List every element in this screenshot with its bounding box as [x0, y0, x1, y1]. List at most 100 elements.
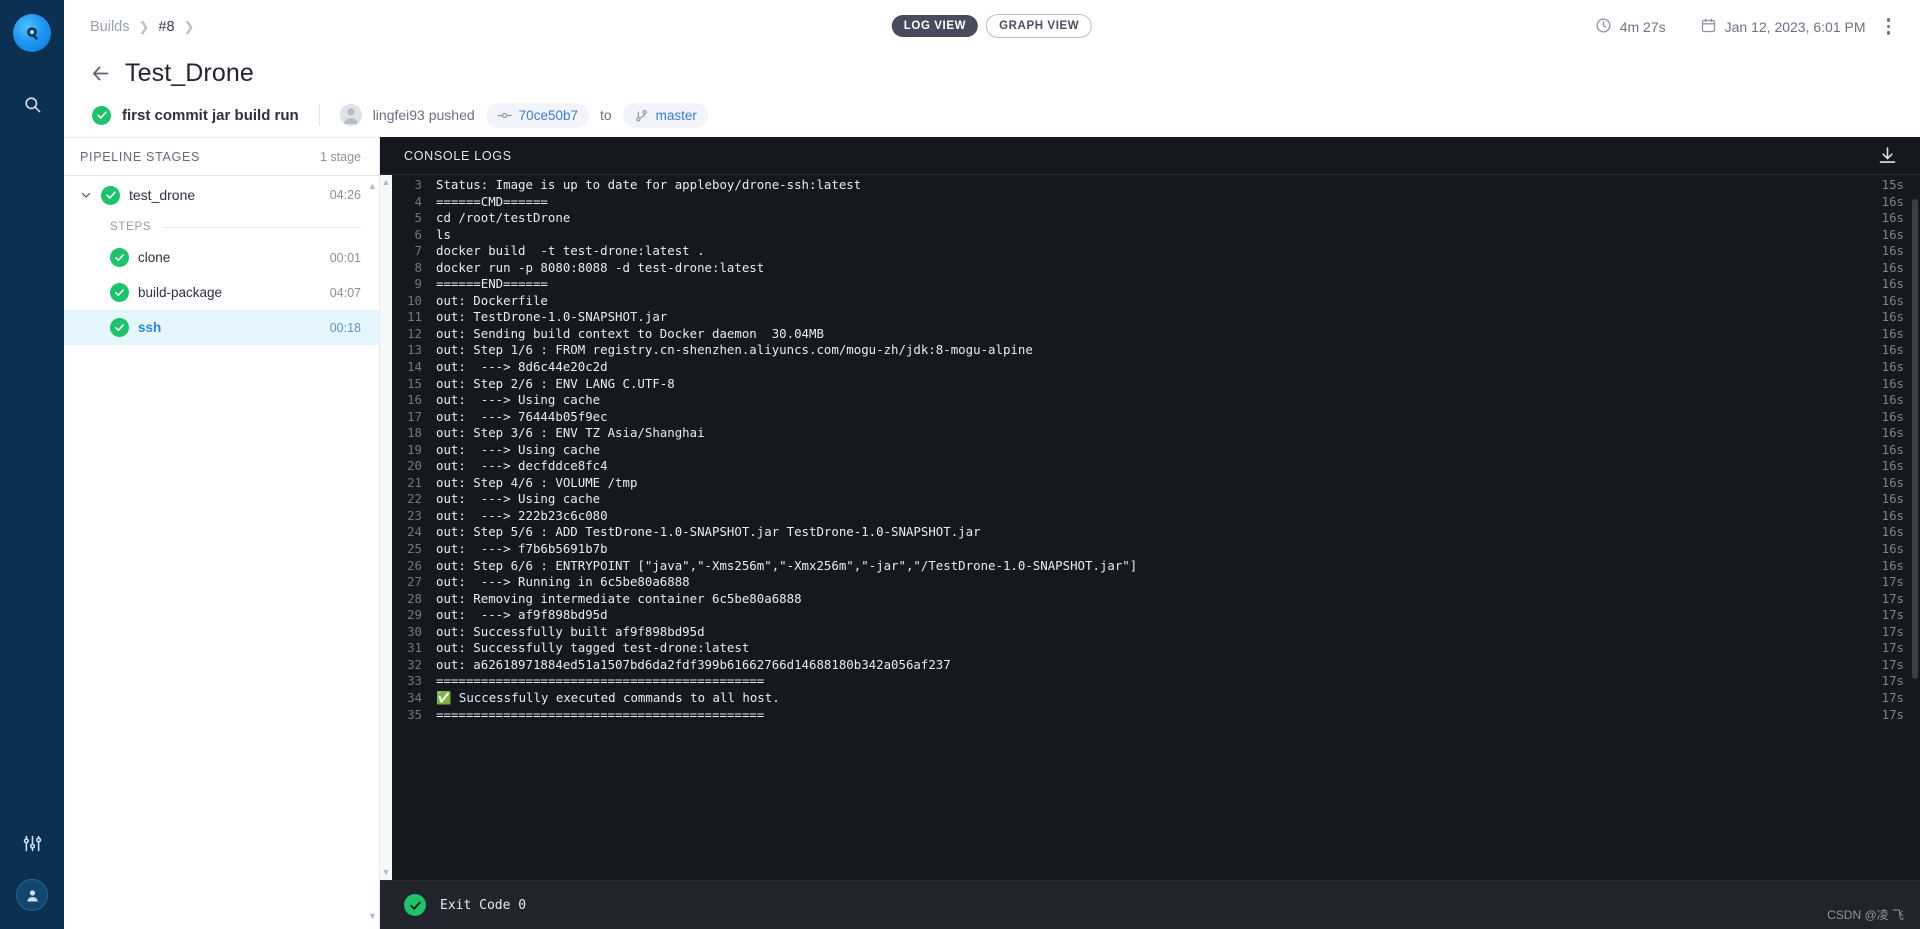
commit-icon	[497, 108, 512, 123]
log-line: 10 out: Dockerfile 16s	[392, 293, 1920, 310]
sidebar-item-build-package[interactable]: build-package 04:07	[64, 275, 379, 310]
breadcrumb-item-builds[interactable]: Builds	[90, 19, 130, 35]
breadcrumb-separator-icon: ❯	[138, 18, 150, 34]
log-line-text: out: Step 5/6 : ADD TestDrone-1.0-SNAPSH…	[436, 524, 981, 540]
scroll-down-icon[interactable]: ▼	[368, 912, 377, 921]
log-line: 30 out: Successfully built af9f898bd95d 17…	[392, 624, 1920, 641]
log-line-text: ========================================…	[436, 673, 765, 689]
commit-sha-label: 70ce50b7	[518, 107, 578, 123]
log-line-number: 24	[407, 524, 422, 540]
log-line: 23 out: ---> 222b23c6c080 16s	[392, 508, 1920, 525]
console-footer: Exit Code 0 CSDN @凌 飞	[380, 880, 1920, 929]
log-line: 8 docker run -p 8080:8088 -d test-drone:l…	[392, 260, 1920, 277]
log-line: 32 out: a62618971884ed51a1507bd6da2fdf399…	[392, 657, 1920, 674]
download-icon[interactable]	[1877, 145, 1898, 166]
log-line-text: out: Successfully built af9f898bd95d	[436, 623, 705, 639]
tab-graph-view[interactable]: GRAPH VIEW	[986, 14, 1093, 38]
log-line-number: 18	[407, 425, 422, 441]
step-duration-label: 00:01	[329, 250, 361, 265]
log-line-number: 31	[407, 640, 422, 656]
log-line-text: out: Sending build context to Docker dae…	[436, 325, 824, 341]
step-name-label: clone	[138, 250, 171, 265]
tab-log-view[interactable]: LOG VIEW	[891, 15, 979, 37]
log-line-text: out: Step 3/6 : ENV TZ Asia/Shanghai	[436, 425, 705, 441]
back-arrow-icon[interactable]	[90, 63, 111, 84]
pipeline-stages-panel: PIPELINE STAGES 1 stage test_drone 04:26	[64, 137, 380, 929]
rail-bottom-group	[0, 821, 64, 911]
pipeline-stages-header: PIPELINE STAGES 1 stage	[64, 138, 379, 176]
branch-label: master	[655, 107, 697, 123]
main-column: Builds ❯ #8 ❯ LOG VIEW GRAPH VIEW 4m 27s	[64, 0, 1920, 929]
view-toggle: LOG VIEW GRAPH VIEW	[891, 14, 1093, 38]
log-line: 27 out: ---> Running in 6c5be80a6888 17s	[392, 574, 1920, 591]
kebab-menu-icon[interactable]	[1877, 12, 1901, 41]
sidebar-item-ssh[interactable]: ssh 00:18	[64, 310, 379, 345]
log-line: 29 out: ---> af9f898bd95d 17s	[392, 607, 1920, 624]
stage-row-test-drone[interactable]: test_drone 04:26	[64, 176, 379, 214]
log-line: 15 out: Step 2/6 : ENV LANG C.UTF-8 16s	[392, 376, 1920, 393]
log-line: 7 docker build -t test-drone:latest . 16s	[392, 243, 1920, 260]
commit-author: lingfei93 pushed	[372, 107, 475, 123]
log-line-number: 6	[414, 226, 422, 242]
log-line-number: 20	[407, 458, 422, 474]
clock-icon	[1595, 17, 1612, 37]
build-duration-label: 4m 27s	[1619, 18, 1666, 35]
log-line: 5 cd /root/testDrone 16s	[392, 210, 1920, 227]
commit-row: first commit jar build run lingfei93 pus…	[90, 93, 1894, 137]
sliders-icon[interactable]	[10, 821, 54, 865]
log-line-text: out: ---> 76444b05f9ec	[436, 408, 608, 424]
scroll-up-icon[interactable]: ▲	[368, 182, 377, 191]
stage-duration-label: 04:26	[329, 188, 361, 202]
step-duration-label: 04:07	[329, 285, 361, 300]
breadcrumb-item-build-number[interactable]: #8	[158, 19, 174, 35]
search-icon[interactable]	[10, 82, 54, 126]
log-line-text: out: ---> f7b6b5691b7b	[436, 541, 608, 557]
log-line-text: out: Step 1/6 : FROM registry.cn-shenzhe…	[436, 342, 1033, 358]
log-line-text: Status: Image is up to date for appleboy…	[436, 177, 862, 192]
page-title: Test_Drone	[125, 58, 254, 87]
chevron-down-icon[interactable]	[80, 189, 92, 201]
log-line: 24 out: Step 5/6 : ADD TestDrone-1.0-SNAP…	[392, 524, 1920, 541]
log-line-number: 16	[407, 392, 422, 408]
scroll-up-icon[interactable]: ▲	[382, 178, 391, 187]
log-line: 13 out: Step 1/6 : FROM registry.cn-shenz…	[392, 342, 1920, 359]
log-line-number: 15	[407, 375, 422, 391]
scrollbar-thumb[interactable]	[1912, 199, 1918, 679]
scroll-down-icon[interactable]: ▼	[382, 868, 391, 877]
log-line-number: 26	[407, 557, 422, 573]
build-date-label: Jan 12, 2023, 6:01 PM	[1724, 18, 1866, 35]
log-line: 34 ✅ Successfully executed commands to al…	[392, 690, 1920, 707]
console-left-scrollbar[interactable]: ▲ ▼	[380, 175, 392, 880]
log-line: 20 out: ---> decfddce8fc4 16s	[392, 458, 1920, 475]
sidebar-item-clone[interactable]: clone 00:01	[64, 240, 379, 275]
breadcrumb-separator-icon: ❯	[183, 18, 195, 34]
log-line: 35 ======================================…	[392, 707, 1920, 724]
log-line: 28 out: Removing intermediate container 6…	[392, 591, 1920, 608]
log-line: 4 ======CMD====== 16s	[392, 194, 1920, 211]
log-line-text: out: ---> decfddce8fc4	[436, 458, 608, 474]
console-panel: CONSOLE LOGS ▲ ▼ 3 Status: Image is up to…	[380, 137, 1920, 929]
branch-icon	[634, 108, 649, 123]
log-line-text: out: Step 6/6 : ENTRYPOINT ["java","-Xms…	[436, 557, 1138, 573]
drone-logo-icon[interactable]	[13, 14, 51, 52]
console-body: ▲ ▼ 3 Status: Image is up to date for app…	[380, 175, 1920, 880]
log-line-list: 3 Status: Image is up to date for applebo…	[392, 175, 1920, 723]
log-line-number: 34	[407, 689, 422, 705]
log-area[interactable]: 3 Status: Image is up to date for applebo…	[392, 175, 1920, 880]
commit-sha-chip[interactable]: 70ce50b7	[485, 102, 589, 128]
branch-chip[interactable]: master	[622, 102, 708, 128]
user-avatar-icon[interactable]	[16, 879, 48, 911]
check-circle-icon	[110, 248, 129, 267]
console-right-scrollbar[interactable]	[1910, 179, 1918, 876]
check-circle-icon	[404, 894, 426, 916]
log-line-number: 7	[414, 243, 422, 259]
log-line-text: out: TestDrone-1.0-SNAPSHOT.jar	[436, 309, 668, 325]
stages-scrollbar[interactable]: ▲ ▼	[368, 182, 377, 921]
log-line-text: out: ---> 222b23c6c080	[436, 507, 608, 523]
stage-count-label: 1 stage	[319, 149, 361, 164]
top-bar-right: 4m 27s Jan 12, 2023, 6:01 PM	[1595, 12, 1900, 41]
log-line-number: 23	[407, 507, 422, 523]
to-label: to	[599, 107, 612, 123]
log-line-number: 14	[407, 359, 422, 375]
log-line-text: ========================================…	[436, 706, 765, 722]
